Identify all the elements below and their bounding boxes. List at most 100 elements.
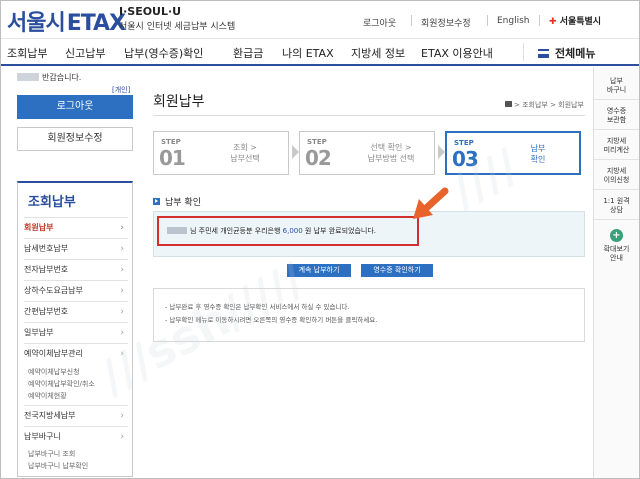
nav-payment-confirm[interactable]: 납부(영수증)확인 [124,45,203,61]
chevron-right-icon: › [120,265,124,275]
lnb-item-water-bill[interactable]: 상하수도요금납부 › [24,280,128,300]
main-navigation: 조회납부 신고납부 납부(영수증)확인 환급금 나의 ETAX 지방세 정보 E… [1,39,639,66]
logout-button[interactable]: 로그아웃 [17,95,133,119]
quick-label: 이의신청 [603,176,630,184]
lnb-item-label: 전국지방세납부 [24,411,76,420]
result-amount: 6,000 [282,227,303,235]
step-label: STEP [307,138,327,146]
step-arrow-icon [292,145,299,159]
lnb-item-label: 상하수도요금납부 [24,286,83,295]
english-link[interactable]: English [497,16,530,26]
user-greeting: 반갑습니다. [17,72,81,83]
lnb-item-epay-number[interactable]: 전자납부번호 › [24,259,128,279]
nav-inquiry-payment[interactable]: 조회납부 [7,45,47,61]
notice-line: - 납부완료 후 영수증 확인은 납부확인 서비스에서 하실 수 있습니다. [165,303,350,311]
chevron-right-icon: › [120,328,124,338]
lnb-sub-basket-inquiry[interactable]: 납부바구니 조회 [28,449,75,459]
step-label: STEP [454,139,474,147]
all-menu-label: 전체메뉴 [555,47,596,60]
quick-remote-support[interactable]: 1:1 원격 상담 [594,197,639,220]
step-desc-line: 납부 [530,144,546,153]
chevron-right-icon: › [120,223,124,233]
left-sidebar: 반갑습니다. [개인] 로그아웃 회원정보수정 조회납부 회원납부 › 납세번호납… [1,67,141,478]
lnb-sub-reserve-confirm[interactable]: 예약이체납부확인/취소 [28,379,95,389]
lnb-item-partial-payment[interactable]: 일부납부 › [24,322,128,342]
nav-divider [523,43,524,61]
nav-local-tax-info[interactable]: 지방세 정보 [351,45,405,61]
lnb-item-label: 납부바구니 [24,432,61,441]
util-divider [411,15,412,26]
step-label: STEP [161,138,181,146]
step-desc-line: 납부방법 선택 [367,154,415,163]
all-menu-button[interactable]: 전체메뉴 [538,45,595,61]
lnb-item-label: 회원납부 [24,223,54,232]
userinfo-link[interactable]: 회원정보수정 [421,16,471,29]
step-desc-line: 납부선택 [230,154,260,163]
util-divider [487,15,488,26]
lnb-item-member-payment[interactable]: 회원납부 › [24,217,128,237]
lnb-item-label: 간편납부번호 [24,307,69,316]
pointer-arrow-icon [413,187,449,219]
quick-basket[interactable]: 납부 바구니 [594,77,639,100]
chevron-right-icon: › [120,349,124,359]
quick-objection[interactable]: 지방세 이의신청 [594,167,639,190]
page-title: 회원납부 [153,94,205,110]
home-icon [505,101,512,107]
site-logo[interactable]: 서울시ETAX [7,5,126,37]
city-logo[interactable]: ✚ 서울특별시 [549,14,601,27]
quick-label: 확대보기 [603,245,630,253]
lnb-item-simple-number[interactable]: 간편납부번호 › [24,301,128,321]
step-number: 03 [452,147,479,171]
lnb-item-label: 납세번호납부 [24,244,69,253]
nav-my-etax[interactable]: 나의 ETAX [282,45,334,61]
logo-etax-text: ETAX [66,11,126,36]
quick-label: 지방세 [606,167,627,175]
quick-receipt-box[interactable]: 영수증 보관함 [594,107,639,130]
browser-frame: 서울시ETAX I·SEOUL·U 서울시 인터넷 세금납부 시스템 로그아웃 … [0,0,640,479]
step-desc-line: 확인 [530,155,546,164]
payment-result-message: 님 주민세 개인균등분 우리은행 6,000 원 납부 완료되었습니다. [167,226,376,236]
section-bullet-icon [153,198,160,205]
site-subtitle: 서울시 인터넷 세금납부 시스템 [119,22,236,32]
lnb-item-basket[interactable]: 납부바구니 › [24,426,128,446]
lnb-title: 조회납부 [28,195,76,210]
lnb-sub-basket-confirm[interactable]: 납부바구니 납부확인 [28,461,88,471]
lnb-item-label: 일부납부 [24,328,54,337]
chevron-right-icon: › [120,432,124,442]
chevron-right-icon: › [120,286,124,296]
seoul-mark-icon: ✚ [549,17,557,27]
notice-line: - 납부확인 메뉴로 이동하시려면 오른쪽의 영수증 확인하기 버튼을 클릭하세… [165,316,378,324]
step-arrow-icon [438,145,445,159]
logout-link[interactable]: 로그아웃 [363,16,396,29]
quick-label: 미리계산 [603,146,630,154]
lnb-sub-reserve-status[interactable]: 예약이체현황 [28,391,67,401]
quick-zoom-guide[interactable]: + 확대보기 안내 [594,229,639,267]
util-divider [539,15,540,26]
local-navigation: 조회납부 회원납부 › 납세번호납부 › 전자납부번호 › 상하수도요금납부 › 간편납… [17,181,133,477]
lnb-sub-reserve-apply[interactable]: 예약이체납부신청 [28,367,80,377]
lnb-item-label: 전자납부번호 [24,265,69,274]
step-3-current: STEP 03 납부확인 [445,131,581,175]
receipt-confirm-button[interactable]: 영수증 확인하기 [361,264,433,277]
nav-refund[interactable]: 환급금 [233,45,263,61]
quick-label: 상담 [610,206,623,214]
step-description: 조회 > 납부선택 [206,142,284,164]
nav-report-payment[interactable]: 신고납부 [65,45,105,61]
nav-etax-guide[interactable]: ETAX 이용안내 [421,45,493,61]
slogan: I·SEOUL·U [119,5,182,18]
breadcrumb: > 조회납부 > 회원납부 [505,100,584,110]
result-prefix: 님 주민세 개인균등분 우리은행 [190,227,281,235]
account-type-link[interactable]: [개인] [112,85,130,95]
lnb-item-national-tax[interactable]: 전국지방세납부 › [24,405,128,425]
breadcrumb-text: > 조회납부 > 회원납부 [514,101,584,109]
quick-tax-calculator[interactable]: 지방세 미리계산 [594,137,639,160]
lnb-item-reserve-transfer[interactable]: 예약이체납부관리 › [24,343,128,363]
step-number: 01 [159,146,186,170]
chevron-right-icon: › [120,244,124,254]
continue-payment-button[interactable]: 계속 납부하기 [287,264,351,277]
city-logo-text: 서울특별시 [559,17,602,27]
userinfo-button[interactable]: 회원정보수정 [17,127,133,151]
site-header: 서울시ETAX I·SEOUL·U 서울시 인터넷 세금납부 시스템 로그아웃 … [1,1,639,39]
lnb-item-taxno-payment[interactable]: 납세번호납부 › [24,238,128,258]
quick-label: 납부 [610,77,623,85]
